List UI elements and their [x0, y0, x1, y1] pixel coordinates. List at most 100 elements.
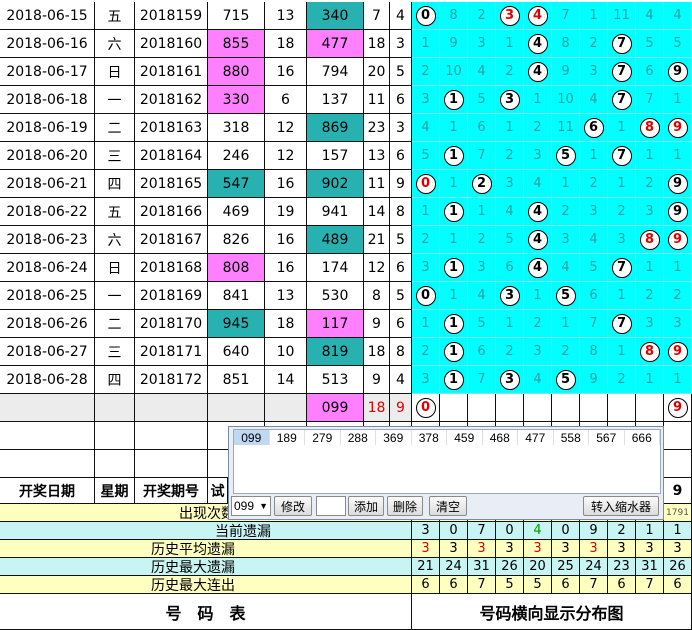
issue-cell: 2018168	[135, 254, 208, 282]
digit-cell: 2	[468, 170, 496, 198]
digit-cell: 2	[412, 58, 440, 86]
trial-number-cell: 794	[307, 58, 364, 86]
digit-cell: 6	[496, 254, 524, 282]
miss-count: 11	[613, 8, 630, 23]
digit-cell: 1	[608, 114, 636, 142]
digit-cell: 1	[440, 338, 468, 366]
current-miss-label: 当前遗漏	[0, 522, 412, 540]
digit-cell: 3	[468, 30, 496, 58]
combo-input[interactable]	[316, 496, 346, 516]
trial-sum-cell: 13	[364, 142, 390, 170]
digit-cell: 4	[524, 58, 552, 86]
miss-count: 1	[645, 260, 654, 275]
digit-cell: 1	[440, 170, 468, 198]
digit-cell: 3	[524, 338, 552, 366]
blank-cell	[95, 422, 135, 450]
combo-item[interactable]: 477	[518, 430, 554, 446]
max-run-value: 6	[664, 576, 692, 594]
combo-item[interactable]: 459	[447, 430, 483, 446]
digit-cell: 1	[580, 142, 608, 170]
sum-cell: 12	[265, 142, 307, 170]
weekday-cell: 一	[95, 86, 135, 114]
combo-item[interactable]: 099	[234, 430, 270, 446]
digit-cell: 8	[552, 30, 580, 58]
digit-cell: 1	[664, 254, 692, 282]
pred-digit-cell	[440, 394, 468, 422]
digit-cell: 8	[636, 114, 664, 142]
digit-cell: 5	[468, 310, 496, 338]
miss-count: 1	[645, 372, 654, 387]
weekday-cell: 日	[95, 254, 135, 282]
digit-cell: 7	[636, 86, 664, 114]
miss-count: 2	[561, 204, 570, 219]
digit-cell: 10	[552, 86, 580, 114]
miss-count: 8	[561, 36, 570, 51]
weekday-cell: 二	[95, 114, 135, 142]
combo-item[interactable]: 279	[305, 430, 341, 446]
avg-miss-value: 3	[580, 540, 608, 558]
date-cell: 2018-06-17	[0, 58, 95, 86]
to-shrink-button[interactable]: 转入缩水器	[583, 496, 659, 516]
hit-ball: 1	[443, 257, 464, 278]
miss-count: 2	[589, 176, 598, 191]
miss-count: 1	[421, 316, 430, 331]
add-button[interactable]: 添加	[348, 496, 384, 516]
max-miss-value: 31	[468, 558, 496, 576]
clear-button[interactable]: 清空	[429, 496, 467, 516]
trial-sum-cell: 18	[364, 30, 390, 58]
hit-ball: 7	[611, 33, 632, 54]
hit-ball: 7	[611, 313, 632, 334]
combo-item[interactable]: 666	[625, 430, 660, 446]
miss-count: 3	[421, 260, 430, 275]
digit-cell: 3	[664, 310, 692, 338]
hit-ball: 3	[499, 369, 520, 390]
digit-cell: 2	[524, 114, 552, 142]
miss-count: 1	[421, 36, 430, 51]
weekday-cell: 五	[95, 2, 135, 30]
max-miss-value: 25	[552, 558, 580, 576]
miss-count: 1	[561, 176, 570, 191]
weekday-cell: 四	[95, 170, 135, 198]
digit-cell: 6	[580, 282, 608, 310]
date-cell: 2018-06-22	[0, 198, 95, 226]
digit-cell: 3	[580, 58, 608, 86]
date-cell: 2018-06-20	[0, 142, 95, 170]
modify-button[interactable]: 修改	[274, 496, 312, 516]
digit-cell: 3	[496, 170, 524, 198]
combo-item[interactable]: 468	[483, 430, 518, 446]
pred-digit-cell	[468, 394, 496, 422]
sum-cell: 6	[265, 86, 307, 114]
miss-count: 2	[533, 120, 542, 135]
combo-item[interactable]: 288	[341, 430, 376, 446]
header-issue: 开奖期号	[135, 478, 208, 504]
miss-count: 9	[589, 372, 598, 387]
delete-button[interactable]: 删除	[387, 496, 423, 516]
combo-item[interactable]: 567	[589, 430, 625, 446]
miss-count: 1	[673, 260, 682, 275]
miss-count: 6	[589, 288, 598, 303]
digit-cell: 6	[468, 114, 496, 142]
combo-item[interactable]: 189	[270, 430, 305, 446]
digit-cell: 7	[580, 310, 608, 338]
trial-span-cell: 5	[390, 58, 412, 86]
miss-count: 1	[617, 120, 626, 135]
digit-cell: 3	[636, 198, 664, 226]
max-miss-label: 历史最大遗漏	[0, 558, 412, 576]
miss-count: 3	[477, 36, 486, 51]
digit-cell: 3	[412, 254, 440, 282]
trial-number-cell: 489	[307, 226, 364, 254]
digit-cell: 1	[552, 170, 580, 198]
combo-item[interactable]: 369	[376, 430, 412, 446]
weekday-cell: 三	[95, 142, 135, 170]
hit-ball: 9	[667, 201, 688, 222]
issue-cell: 2018164	[135, 142, 208, 170]
miss-count: 3	[617, 232, 626, 247]
combo-area[interactable]	[233, 445, 661, 494]
combo-item[interactable]: 558	[554, 430, 589, 446]
header-digit-9: 9	[664, 478, 692, 504]
digit-cell: 9	[440, 30, 468, 58]
combo-select[interactable]: 099 ▼	[231, 496, 271, 516]
combo-item[interactable]: 378	[412, 430, 447, 446]
number-cell: 547	[208, 170, 265, 198]
max-run-value: 7	[636, 576, 664, 594]
